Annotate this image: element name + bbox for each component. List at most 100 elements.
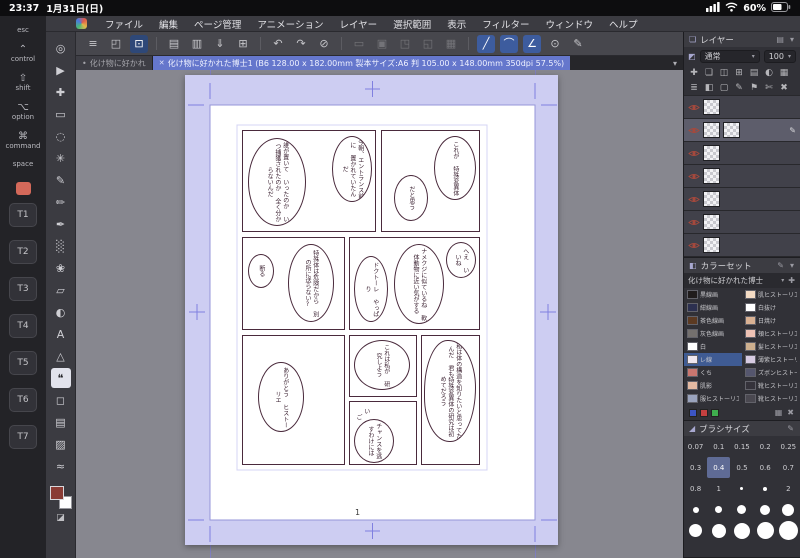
shortcut-key-t6[interactable]: T6 (9, 388, 37, 412)
color-swatch-item[interactable]: くち (684, 366, 742, 379)
brush-size-cell[interactable]: 2 (777, 478, 800, 499)
redo-button[interactable]: ↷ (292, 35, 310, 53)
color-swatch-item[interactable]: 茶色線画 (684, 314, 742, 327)
polyline-button[interactable]: ∠ (523, 34, 541, 53)
snap-special-ruler-button[interactable]: ⊙ (546, 35, 564, 53)
shortcut-key-t4[interactable]: T4 (9, 314, 37, 338)
layers-palette-header[interactable]: ❏ レイヤー ▤ ▾ (684, 32, 800, 47)
decoration-tool[interactable]: ❀ (51, 258, 71, 278)
color-swatch-item[interactable]: 紺線画 (684, 301, 742, 314)
brush-size-cell[interactable] (730, 520, 753, 541)
color-swatch-item[interactable]: 靴ヒストーリエ (742, 392, 800, 405)
layer-row[interactable] (684, 188, 800, 210)
brush-size-cell[interactable] (684, 499, 707, 520)
lasso-tool[interactable]: ◌ (51, 126, 71, 146)
color-swatch-item[interactable]: 灰色線画 (684, 327, 742, 340)
brush-size-cell[interactable] (754, 520, 777, 541)
blend-mode-select[interactable]: 通常 ▾ (699, 49, 760, 63)
color-swatch-item[interactable]: 肌影 (684, 379, 742, 392)
tone-layer-icon[interactable]: ◐ (762, 68, 776, 78)
balloon-tool[interactable]: ❝ (50, 368, 71, 388)
brush-size-cell[interactable] (730, 499, 753, 520)
layers-collapse-icon[interactable]: ▾ (789, 35, 795, 44)
select-all-button[interactable]: ▭ (350, 35, 368, 53)
eraser-tool[interactable]: ▱ (51, 280, 71, 300)
layer-property-icon[interactable]: ≣ (687, 83, 701, 93)
merge-down-icon[interactable]: ⊞ (732, 68, 746, 78)
color-swatch-item[interactable]: ズボンヒストーリエ (742, 366, 800, 379)
pen-tool[interactable]: ✎ (51, 170, 71, 190)
tab-active-document[interactable]: ✕ 化け物に好かれた博士1 (B6 128.00 x 182.00mm 製本サイ… (152, 56, 571, 70)
brush-size-cell[interactable] (684, 520, 707, 541)
color-set-header[interactable]: ◧ カラーセット ✎ ▾ (684, 258, 800, 273)
zoom-tool[interactable]: ◎ (51, 38, 71, 58)
export-button[interactable]: ⊞ (234, 35, 252, 53)
layer-row[interactable] (684, 96, 800, 118)
color-swatch-item[interactable]: 靴ヒストーリエ (742, 379, 800, 392)
brush-size-cell[interactable]: 0.1 (707, 436, 730, 457)
layer-thumbnail[interactable] (723, 122, 740, 138)
esc-key[interactable]: esc (17, 26, 29, 35)
brush-size-cell[interactable]: 0.7 (777, 457, 800, 478)
canvas-area[interactable]: 今朝、エントランス前に 置かれていたんだ 誰が置いて いったのか いつ捕獲された… (76, 70, 683, 558)
history-color-chip[interactable] (700, 408, 708, 417)
touch-gesture-button[interactable]: ⊡ (130, 34, 148, 53)
brush-size-cell[interactable] (777, 499, 800, 520)
command-key[interactable]: ⌘ command (6, 131, 41, 151)
open-canvas-button[interactable]: ▥ (188, 35, 206, 53)
menu-item[interactable]: 編集 (151, 16, 186, 31)
layer-thumbnail[interactable] (703, 145, 720, 161)
color-swatch-item[interactable]: 頬ヒストーリエ (742, 327, 800, 340)
layer-thumbnail[interactable] (703, 168, 720, 184)
straight-line-button[interactable]: ╱ (477, 34, 495, 53)
color-set-collapse-icon[interactable]: ▾ (789, 261, 795, 270)
brush-size-cell[interactable] (754, 478, 777, 499)
color-swatch-item[interactable]: 白 (684, 340, 742, 353)
brush-size-cell[interactable]: 0.3 (684, 457, 707, 478)
brush-size-cell[interactable]: 0.25 (777, 436, 800, 457)
brush-size-cell[interactable]: 1 (707, 478, 730, 499)
layer-thumbnail[interactable] (703, 214, 720, 230)
layer-thumbnail[interactable] (703, 191, 720, 207)
clear-button[interactable]: ⊘ (315, 35, 333, 53)
edit-ruler-button[interactable]: ✎ (569, 35, 587, 53)
layer-visibility-icon[interactable] (688, 218, 700, 227)
add-color-set-icon[interactable]: ✚ (787, 276, 796, 285)
layer-visibility-icon[interactable] (688, 241, 700, 250)
shortcut-key-t1[interactable]: T1 (9, 203, 37, 227)
fill-tool[interactable]: ▨ (51, 434, 71, 454)
layer-visibility-icon[interactable] (688, 149, 700, 158)
new-vector-layer-icon[interactable]: ◫ (717, 68, 731, 78)
orange-key-chip[interactable] (15, 182, 31, 195)
brush-size-cell[interactable] (707, 499, 730, 520)
opacity-select[interactable]: 100 ▾ (763, 49, 796, 63)
two-pane-view-icon[interactable]: ▦ (777, 68, 791, 78)
color-swatch-item[interactable]: 服ヒストーリエ (684, 392, 742, 405)
menu-item[interactable]: ページ管理 (186, 16, 249, 31)
text-tool[interactable]: A (51, 324, 71, 344)
tab-inactive-document[interactable]: • 化け物に好かれ (76, 56, 153, 70)
layer-row[interactable] (684, 165, 800, 187)
layers-menu-icon[interactable]: ▤ (775, 35, 785, 44)
layer-thumbnail[interactable] (703, 122, 720, 138)
shortcut-key-t5[interactable]: T5 (9, 351, 37, 375)
brush-size-cell[interactable]: 0.8 (684, 478, 707, 499)
edit-brush-size-icon[interactable]: ✎ (786, 424, 795, 433)
deselect-button[interactable]: ▣ (373, 35, 391, 53)
history-color-chip[interactable] (689, 408, 697, 417)
draft-layer-icon[interactable]: ✎ (732, 83, 746, 93)
grid-view-icon[interactable]: ▦ (774, 408, 784, 417)
menu-item[interactable]: アニメーション (249, 16, 331, 31)
shift-key[interactable]: ⇧ shift (15, 73, 30, 93)
menu-item[interactable]: ファイル (97, 16, 151, 31)
layer-visibility-icon[interactable] (688, 126, 700, 135)
history-color-chip[interactable] (711, 408, 719, 417)
layer-visibility-icon[interactable] (688, 172, 700, 181)
close-tab-icon[interactable]: ✕ (159, 59, 165, 67)
foreground-color-swatch[interactable] (49, 486, 64, 500)
new-layer-folder-icon[interactable]: ❏ (702, 68, 716, 78)
gradient-tool[interactable]: ▤ (51, 412, 71, 432)
edit-color-set-icon[interactable]: ✎ (776, 261, 785, 270)
layer-row[interactable] (684, 234, 800, 256)
workspace-button[interactable]: ◰ (107, 35, 125, 53)
